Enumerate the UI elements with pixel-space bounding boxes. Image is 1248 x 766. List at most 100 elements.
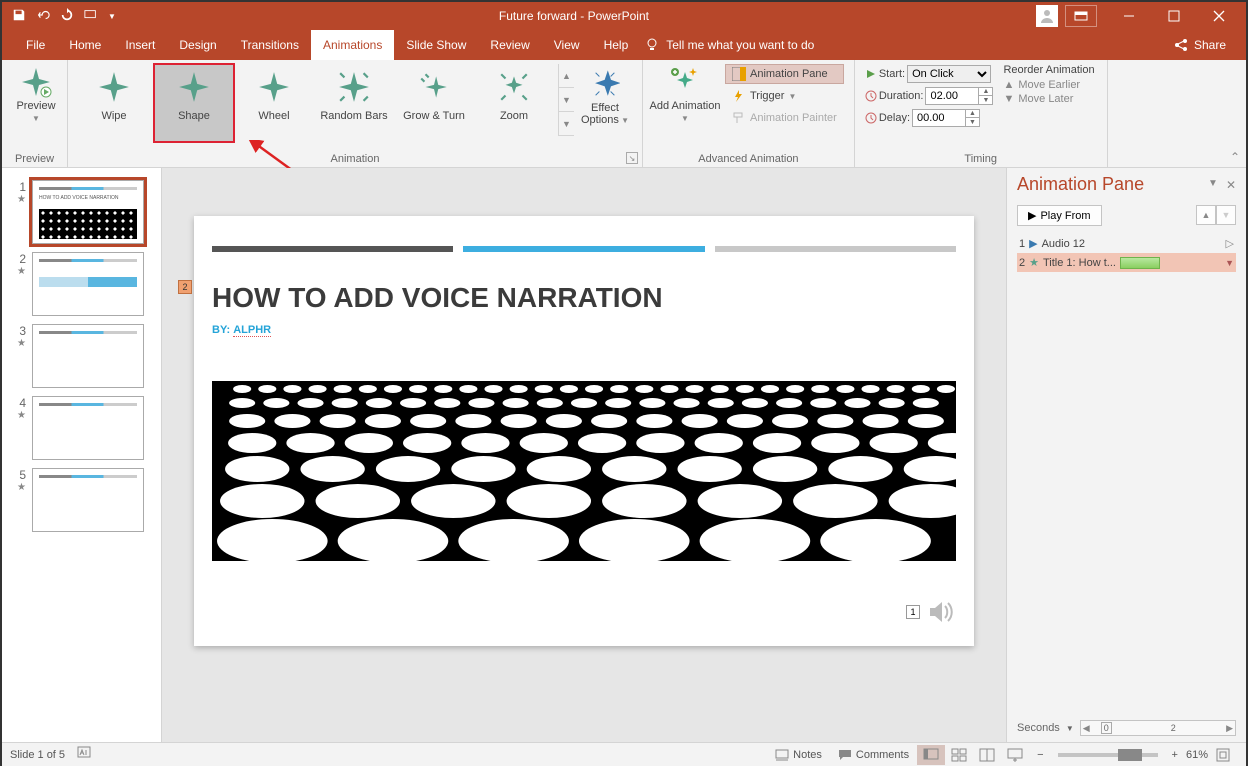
animation-wheel[interactable]: Wheel	[234, 64, 314, 136]
animation-pane: Animation Pane ▼ ✕ ▶ Play From ▲ ▼ 1 ▶ A…	[1006, 168, 1246, 742]
thumb-num-2: 2	[14, 252, 26, 266]
undo-icon[interactable]	[36, 8, 50, 25]
thumbnail-4[interactable]: 4★	[2, 392, 161, 464]
thumbnail-2[interactable]: 2★	[2, 248, 161, 320]
redo-icon[interactable]	[60, 8, 74, 25]
thumbnail-5[interactable]: 5★	[2, 464, 161, 536]
view-normal[interactable]	[917, 745, 945, 765]
animation-wipe[interactable]: Wipe	[74, 64, 154, 136]
view-sorter[interactable]	[945, 745, 973, 765]
pane-move-down[interactable]: ▼	[1216, 205, 1236, 225]
comments-button[interactable]: Comments	[830, 749, 917, 761]
qat-dropdown-icon[interactable]: ▼	[108, 12, 116, 21]
slide-counter[interactable]: Slide 1 of 5	[10, 749, 65, 761]
slide-title[interactable]: HOW TO ADD VOICE NARRATION	[212, 282, 956, 314]
animation-pane-button[interactable]: Animation Pane	[725, 64, 844, 84]
preview-label: Preview	[16, 100, 55, 112]
maximize-button[interactable]	[1153, 2, 1195, 30]
tab-insert[interactable]: Insert	[113, 30, 167, 60]
slide-editor[interactable]: 2 HOW TO ADD VOICE NARRATION BY: ALPHR	[162, 168, 1006, 742]
thumbnail-3[interactable]: 3★	[2, 320, 161, 392]
collapse-ribbon-icon[interactable]: ⌃	[1230, 150, 1240, 164]
duration-input[interactable]	[926, 90, 978, 102]
zoom-percent[interactable]: 61%	[1186, 749, 1208, 761]
slide-top-bars	[212, 246, 956, 252]
animation-pane-title: Animation Pane	[1017, 174, 1144, 195]
notes-button[interactable]: Notes	[767, 749, 830, 761]
group-label-preview: Preview	[2, 153, 67, 165]
tab-home[interactable]: Home	[57, 30, 113, 60]
effect-options-button[interactable]: Effect Options ▼	[574, 64, 636, 126]
share-button[interactable]: Share	[1166, 30, 1234, 60]
animation-zoom[interactable]: Zoom	[474, 64, 554, 136]
animation-shape[interactable]: Shape	[154, 64, 234, 142]
play-from-button[interactable]: ▶ Play From	[1017, 205, 1102, 226]
animation-painter-label: Animation Painter	[750, 112, 837, 124]
grow-turn-star-icon	[417, 70, 451, 104]
audio-object[interactable]: 1	[906, 598, 954, 626]
tab-help[interactable]: Help	[592, 30, 641, 60]
anim-item-2-num: 2	[1019, 257, 1025, 269]
slide-author[interactable]: ALPHR	[233, 324, 271, 337]
tell-me-search[interactable]: Tell me what you want to do	[644, 30, 814, 60]
view-slideshow[interactable]	[1001, 745, 1029, 765]
gallery-scroll-down[interactable]: ▼	[559, 88, 574, 112]
pane-options-dropdown[interactable]: ▼	[1208, 178, 1218, 192]
thumb-num-3: 3	[14, 324, 26, 338]
duration-spin-down[interactable]: ▼	[979, 96, 992, 105]
tab-animations[interactable]: Animations	[311, 30, 394, 60]
fit-to-window[interactable]	[1208, 748, 1238, 762]
animation-random-bars[interactable]: Random Bars	[314, 64, 394, 136]
tab-file[interactable]: File	[14, 30, 57, 60]
pane-close-button[interactable]: ✕	[1226, 178, 1236, 192]
start-label: Start:	[879, 68, 905, 80]
move-later-button[interactable]: ▼ Move Later	[1003, 92, 1094, 106]
animation-painter-button[interactable]: Animation Painter	[725, 108, 844, 128]
anim-item-2-dropdown[interactable]: ▼	[1225, 258, 1234, 268]
save-icon[interactable]	[12, 8, 26, 25]
gallery-scroll-up[interactable]: ▲	[559, 64, 574, 88]
delay-spin-up[interactable]: ▲	[966, 109, 979, 118]
delay-spin-down[interactable]: ▼	[966, 118, 979, 127]
duration-spin-up[interactable]: ▲	[979, 87, 992, 96]
account-icon[interactable]	[1036, 5, 1058, 27]
tab-transitions[interactable]: Transitions	[229, 30, 311, 60]
grow-turn-label: Grow & Turn	[403, 110, 465, 122]
effect-options-icon	[589, 68, 621, 100]
animation-item-1[interactable]: 1 ▶ Audio 12 ▷	[1017, 234, 1236, 253]
animation-group-dialog-launcher[interactable]: ↘	[626, 152, 638, 164]
thumbnail-1[interactable]: 1★ HOW TO ADD VOICE NARRATION	[2, 176, 161, 248]
gallery-scroll: ▲ ▼ ▼	[558, 64, 574, 136]
delay-clock-icon	[865, 112, 877, 124]
tab-review[interactable]: Review	[478, 30, 541, 60]
view-reading[interactable]	[973, 745, 1001, 765]
slide-image[interactable]	[212, 351, 956, 561]
start-select[interactable]: On Click	[907, 65, 991, 83]
thumb-anim-star-3: ★	[14, 338, 26, 349]
zoom-out[interactable]: −	[1029, 749, 1051, 761]
tab-slideshow[interactable]: Slide Show	[394, 30, 478, 60]
preview-button[interactable]: Preview▼	[8, 62, 64, 124]
zoom-in[interactable]: +	[1164, 749, 1186, 761]
slideshow-icon[interactable]	[84, 8, 98, 25]
animation-grow-turn[interactable]: Grow & Turn	[394, 64, 474, 136]
tab-design[interactable]: Design	[167, 30, 228, 60]
gallery-expand[interactable]: ▼	[559, 112, 574, 136]
ribbon-display-options-icon[interactable]	[1065, 5, 1097, 27]
window-title: Future forward - PowerPoint	[116, 9, 1032, 23]
minimize-button[interactable]	[1108, 2, 1150, 30]
pane-move-up[interactable]: ▲	[1196, 205, 1216, 225]
pane-timeline-scroll[interactable]: ◀ 0 2 ▶	[1080, 720, 1236, 736]
spellcheck-icon[interactable]	[77, 746, 93, 763]
add-animation-button[interactable]: Add Animation ▼	[649, 62, 721, 130]
animation-order-tag[interactable]: 2	[178, 280, 192, 294]
reorder-header: Reorder Animation	[1003, 64, 1094, 76]
slide-canvas[interactable]: 2 HOW TO ADD VOICE NARRATION BY: ALPHR	[194, 216, 974, 646]
trigger-button[interactable]: Trigger ▼	[725, 86, 844, 106]
delay-input[interactable]	[913, 112, 965, 124]
move-earlier-button[interactable]: ▲ Move Earlier	[1003, 78, 1094, 92]
zoom-slider[interactable]	[1058, 753, 1158, 757]
tab-view[interactable]: View	[542, 30, 592, 60]
animation-item-2[interactable]: 2 ★ Title 1: How t... ▼	[1017, 253, 1236, 272]
close-button[interactable]	[1198, 2, 1240, 30]
